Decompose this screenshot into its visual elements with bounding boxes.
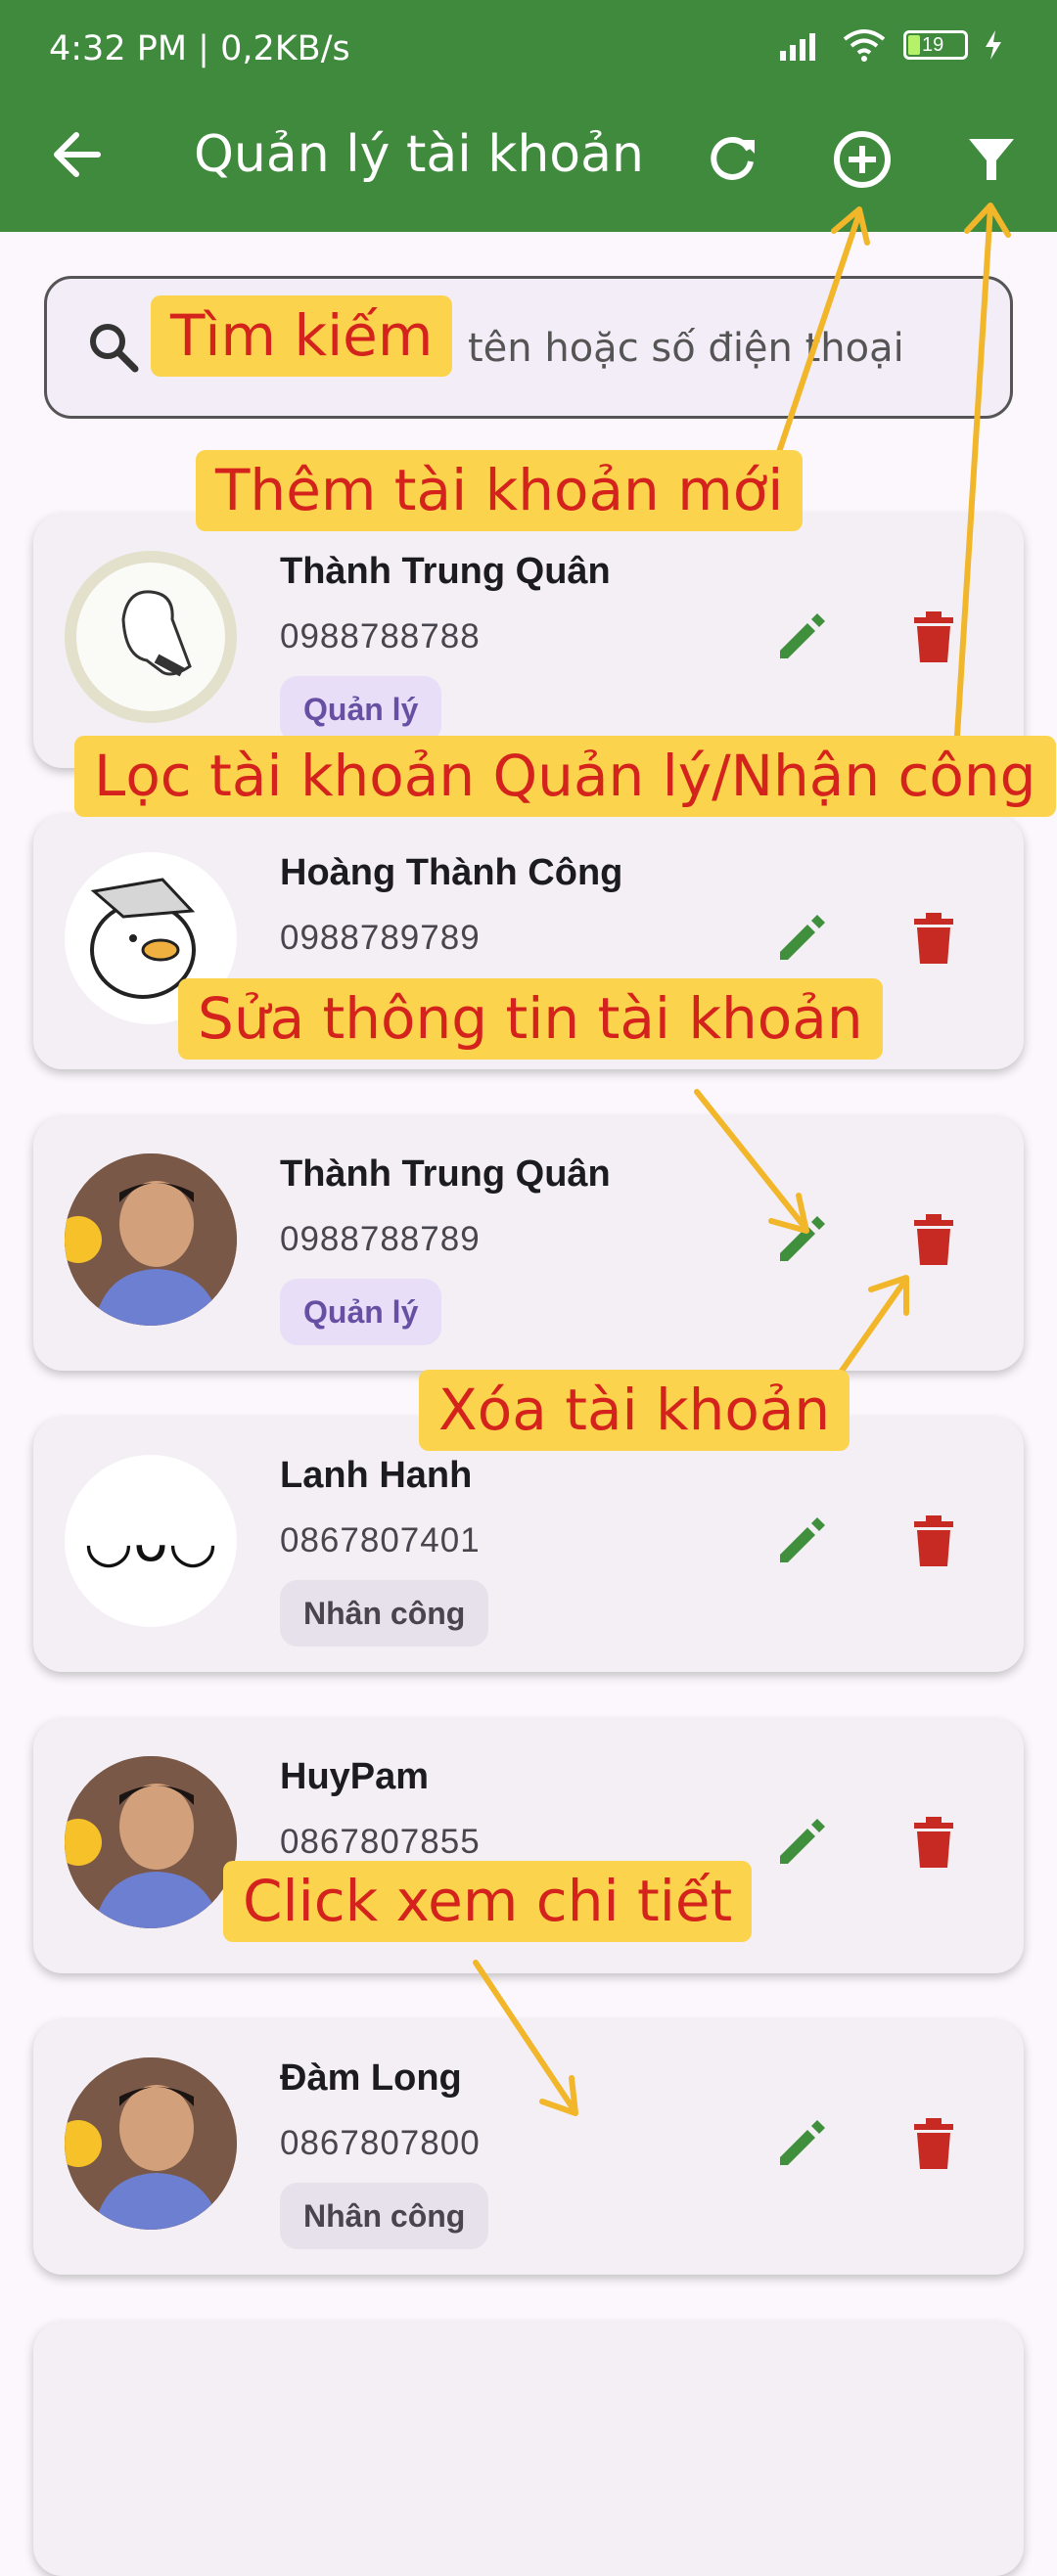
refresh-icon [711, 136, 755, 180]
page-title: Quản lý tài khoản [194, 125, 644, 184]
app-bar: 4:32 PM | 0,2KB/s 19 Quản lý tài khoản [0, 0, 1057, 232]
battery-level: 19 [922, 34, 944, 56]
annotation-edit: Sửa thông tin tài khoản [178, 978, 883, 1061]
delete-button[interactable] [904, 2114, 963, 2178]
avatar [65, 1153, 237, 1326]
signal-icon [780, 33, 815, 61]
pencil-icon [780, 613, 825, 658]
edit-button[interactable] [772, 2114, 831, 2178]
account-phone: 0988789789 [280, 919, 481, 957]
annotation-delete: Xóa tài khoản [419, 1370, 850, 1452]
delete-button[interactable] [904, 1512, 963, 1575]
edit-button[interactable] [772, 1210, 831, 1274]
trash-icon [914, 1515, 953, 1566]
delete-button[interactable] [904, 1813, 963, 1876]
trash-icon [914, 1214, 953, 1265]
filter-button[interactable] [957, 125, 1026, 194]
account-phone: 0988788789 [280, 1220, 481, 1258]
delete-button[interactable] [904, 608, 963, 671]
account-phone: 0867807800 [280, 2124, 481, 2162]
status-bar-time: 4:32 PM | 0,2KB/s [49, 29, 350, 68]
pencil-icon [780, 1216, 825, 1261]
account-card[interactable]: Thành Trung Quân 0988788789 Quản lý [33, 1116, 1024, 1371]
role-badge: Nhân công [280, 2183, 489, 2249]
account-name: Hoàng Thành Công [280, 852, 623, 893]
refresh-button[interactable] [699, 125, 767, 194]
account-card[interactable]: ◡ᴗ◡ Lanh Hanh 0867807401 Nhân công [33, 1418, 1024, 1672]
account-name: Thành Trung Quân [280, 551, 611, 592]
status-icons: 19 [778, 27, 1003, 63]
account-name: HuyPam [280, 1756, 430, 1797]
trash-icon [914, 1817, 953, 1868]
pencil-icon [780, 2120, 825, 2165]
account-phone: 0988788788 [280, 617, 481, 655]
boy-photo-image [65, 2057, 237, 2230]
search-icon [90, 324, 139, 373]
account-name: Lanh Hanh [280, 1455, 473, 1496]
avatar [65, 551, 237, 723]
boy-photo-image [65, 1153, 237, 1326]
account-name: Thành Trung Quân [280, 1153, 611, 1195]
annotation-search: Tìm kiếm [151, 295, 453, 378]
role-badge: Quản lý [280, 1279, 442, 1345]
filter-icon [969, 139, 1014, 180]
account-name: Đàm Long [280, 2057, 462, 2099]
boy-photo-image [65, 1756, 237, 1928]
emoticon-image: ◡ᴗ◡ [83, 1508, 218, 1574]
delete-button[interactable] [904, 909, 963, 972]
trash-icon [914, 913, 953, 964]
account-card[interactable]: Thành Trung Quân 0988788788 Quản lý [33, 514, 1024, 768]
account-card[interactable]: Đàm Long 0867807800 Nhân công [33, 2020, 1024, 2275]
pencil-icon [780, 1819, 825, 1864]
pencil-icon [780, 1517, 825, 1562]
back-button[interactable] [51, 129, 102, 185]
edit-button[interactable] [772, 1813, 831, 1876]
role-badge: Quản lý [280, 676, 442, 743]
pencil-icon [780, 915, 825, 960]
account-phone: 0867807855 [280, 1823, 481, 1861]
edit-button[interactable] [772, 1512, 831, 1575]
delete-button[interactable] [904, 1210, 963, 1274]
account-phone: 0867807401 [280, 1521, 481, 1559]
trash-icon [914, 2118, 953, 2169]
add-circle-icon [834, 131, 891, 188]
arrow-left-icon [54, 132, 101, 177]
add-account-button[interactable] [828, 125, 896, 194]
annotation-detail: Click xem chi tiết [223, 1861, 753, 1943]
wifi-icon [843, 29, 886, 62]
trash-icon [914, 611, 953, 662]
edit-button[interactable] [772, 909, 831, 972]
charging-icon [986, 30, 1001, 60]
avatar [65, 2057, 237, 2230]
avatar: ◡ᴗ◡ [65, 1455, 237, 1627]
battery-icon: 19 [903, 30, 968, 60]
role-badge: Nhân công [280, 1580, 489, 1647]
annotation-filter: Lọc tài khoản Quản lý/Nhận công [74, 736, 1056, 818]
fist-sticker-image [76, 563, 225, 711]
edit-button[interactable] [772, 608, 831, 671]
avatar [65, 1756, 237, 1928]
account-card[interactable] [33, 2322, 1024, 2576]
annotation-add: Thêm tài khoản mới [196, 450, 804, 532]
search-placeholder: tên hoặc số điện thoại [468, 326, 904, 371]
